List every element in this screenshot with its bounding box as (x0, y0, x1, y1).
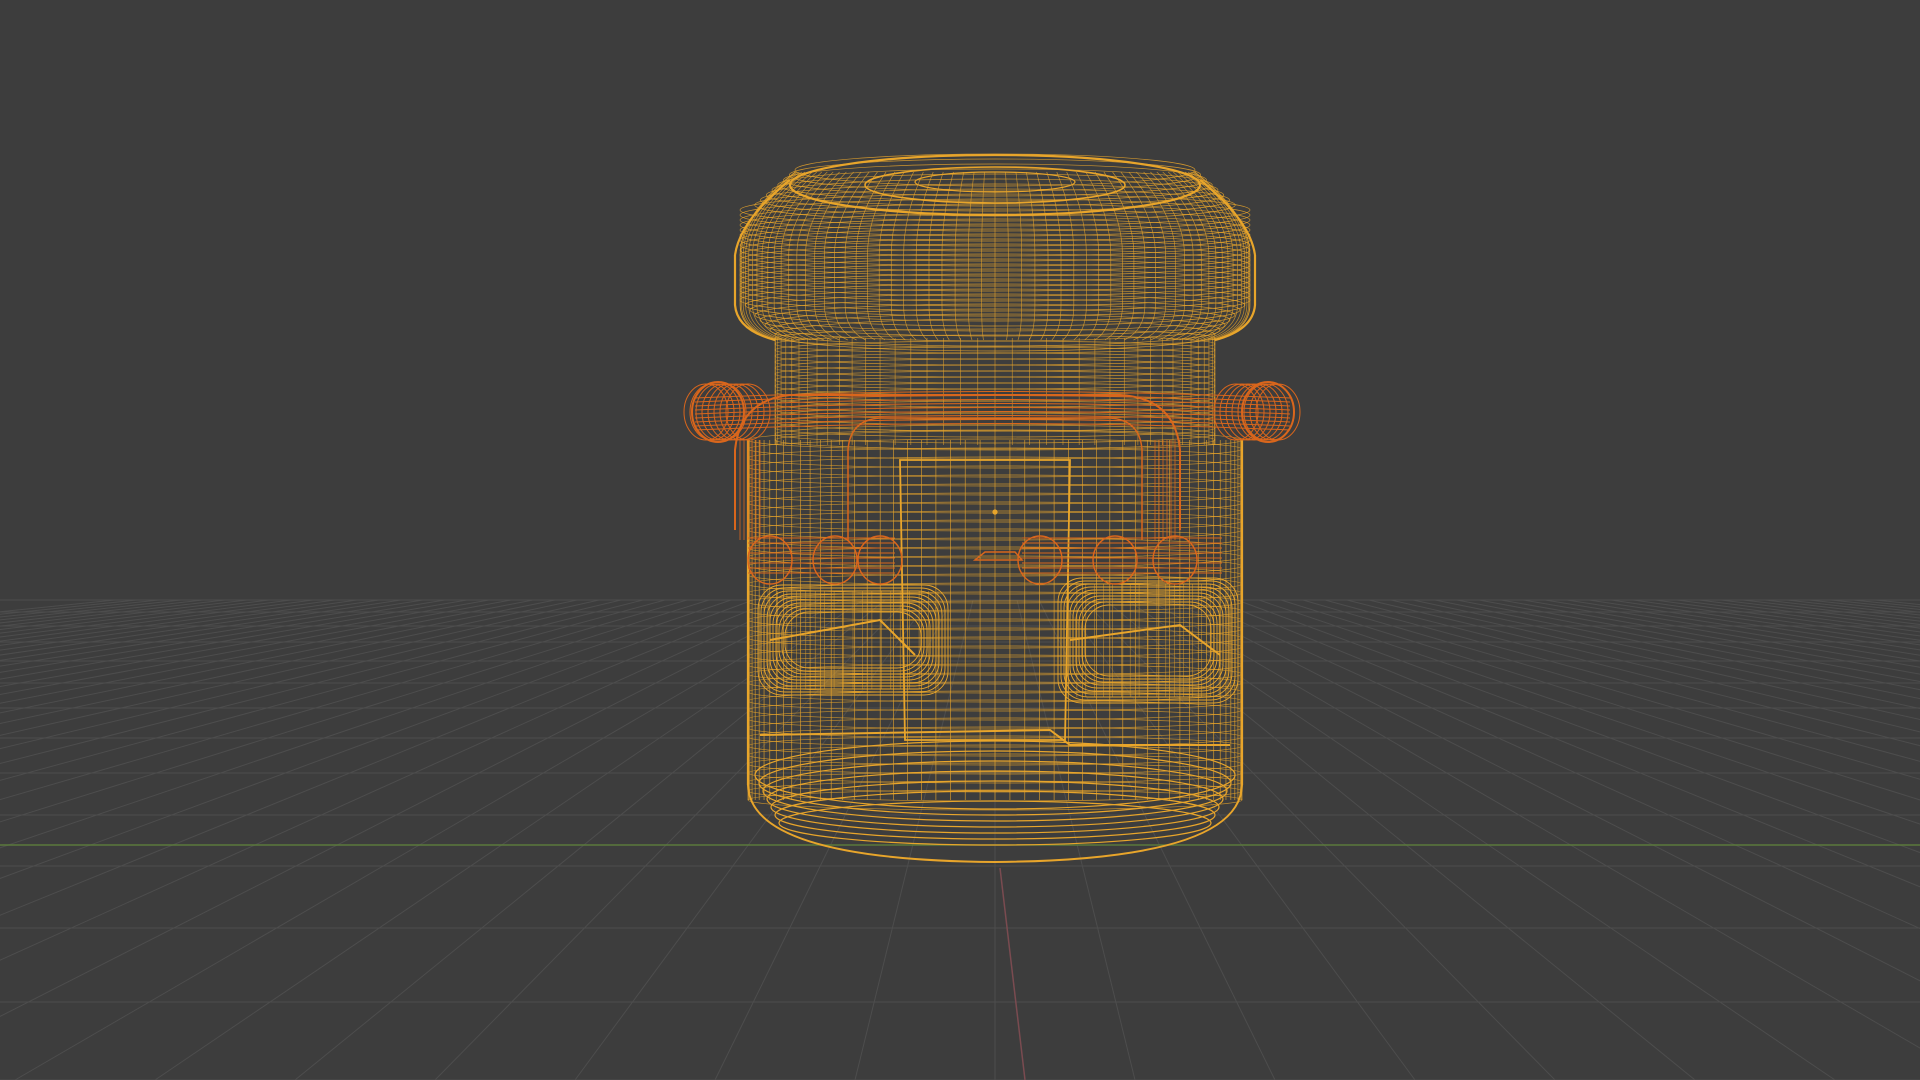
grid-line (854, 599, 974, 1080)
wire-edge (741, 171, 797, 341)
viewport-canvas[interactable] (0, 0, 1920, 1080)
handle-cap-left (683, 383, 729, 441)
handle-cap-left (689, 383, 735, 441)
y-axis-line (999, 867, 1026, 1080)
grid-line (1478, 599, 1920, 683)
grid-line (1192, 599, 1920, 930)
grid-line (0, 599, 490, 687)
grid-line (1874, 599, 1920, 606)
grid-line (0, 599, 578, 725)
grid-line (0, 599, 358, 651)
grid-line (154, 599, 864, 1080)
grid-line (1610, 599, 1920, 646)
grid-line (0, 599, 710, 823)
object-origin-dot[interactable] (992, 509, 998, 515)
grid-line (1544, 599, 1920, 662)
grid-line (1104, 599, 1696, 1080)
3d-viewport[interactable] (0, 0, 1920, 1080)
grid-line (0, 599, 182, 621)
grid-line (434, 599, 908, 1080)
grid-line (0, 599, 226, 627)
grid-line (1280, 599, 1920, 801)
grid-line (1434, 599, 1920, 700)
grid-line (714, 599, 952, 1080)
grid-line (0, 599, 336, 646)
grid-line (1126, 599, 1836, 1080)
grid-line (1082, 599, 1556, 1080)
grid-line (14, 599, 842, 1080)
grid-line (1522, 599, 1920, 668)
grid-line (1214, 599, 1920, 888)
grid-line (0, 599, 622, 750)
grid-line (0, 599, 666, 781)
grid-line (1742, 599, 1920, 622)
grid-line (0, 599, 204, 624)
grid-line (1632, 599, 1920, 641)
wire-edge (1193, 171, 1249, 341)
grid-line (1786, 599, 1920, 616)
grid-line (0, 599, 732, 849)
grid-line (1170, 599, 1920, 982)
jar-lid-wireframe[interactable] (733, 153, 1257, 352)
grid-line (1016, 599, 1136, 1080)
grid-line (1412, 599, 1920, 710)
grid-line (0, 599, 776, 916)
jar-body-wireframe[interactable] (746, 328, 1244, 864)
grid-line (1676, 599, 1920, 633)
grid-line (0, 599, 468, 680)
grid-line (1368, 599, 1920, 733)
grid-line (0, 599, 138, 615)
floor-grid (0, 599, 1920, 1080)
grid-line (0, 599, 512, 695)
jar-mesh-wireframe[interactable] (733, 153, 1257, 864)
grid-line (1236, 599, 1920, 854)
grid-line (1808, 599, 1920, 613)
grid-line (0, 599, 754, 879)
grid-line (0, 599, 446, 673)
